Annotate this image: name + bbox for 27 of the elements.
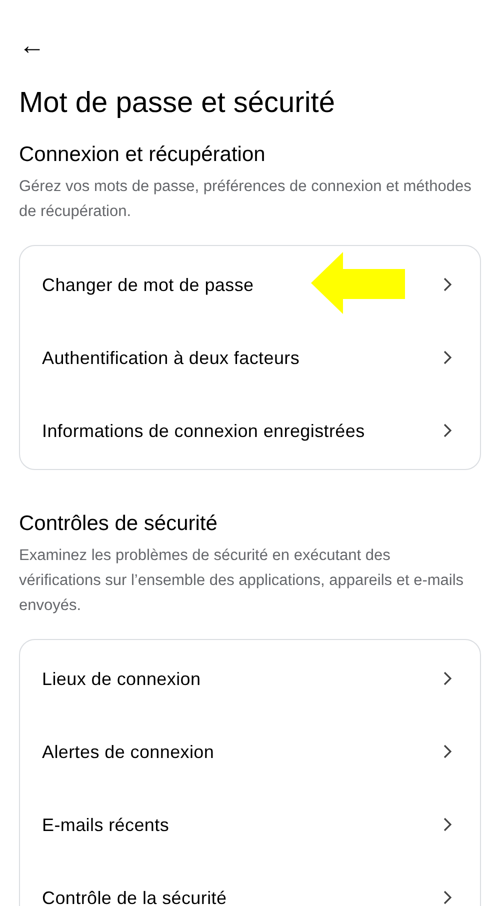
- settings-item[interactable]: Informations de connexion enregistrées: [20, 394, 480, 467]
- settings-item[interactable]: Lieux de connexion: [20, 642, 480, 715]
- item-label: Informations de connexion enregistrées: [42, 420, 366, 443]
- item-label: Authentification à deux facteurs: [42, 346, 301, 370]
- chevron-right-icon: [443, 817, 452, 832]
- chevron-right-icon: [443, 350, 452, 365]
- chevron-right-icon: [443, 890, 452, 905]
- settings-item[interactable]: Contrôle de la sécurité: [20, 861, 480, 906]
- item-label: E-mails récents: [42, 814, 170, 836]
- section-description: Gérez vos mots de passe, préférences de connexion et méthodes de récupération.: [19, 177, 472, 222]
- section-heading: Contrôles de sécurité: [19, 511, 218, 537]
- chevron-right-icon: [443, 277, 452, 292]
- settings-item[interactable]: E-mails récents: [20, 788, 480, 861]
- chevron-right-icon: [443, 423, 452, 438]
- page-title: Mot de passe et sécurité: [19, 86, 336, 121]
- item-label: Changer de mot de passe: [42, 274, 255, 297]
- back-button[interactable]: ←: [19, 30, 45, 60]
- section-heading: Connexion et récupération: [19, 142, 266, 168]
- chevron-right-icon: [443, 744, 452, 759]
- settings-item[interactable]: Changer de mot de passe: [20, 248, 480, 321]
- item-label: Alertes de connexion: [42, 740, 216, 764]
- settings-item[interactable]: Authentification à deux facteurs: [20, 321, 480, 394]
- section-description: Examinez les problèmes de sécurité en exécutant des vérifications sur l’ensemble des applications, appareils et e-mails envoyés.: [19, 546, 465, 616]
- settings-item[interactable]: Alertes de connexion: [20, 715, 480, 788]
- chevron-right-icon: [443, 671, 452, 686]
- item-label: Contrôle de la sécurité: [42, 886, 228, 906]
- item-label: Lieux de connexion: [42, 668, 202, 690]
